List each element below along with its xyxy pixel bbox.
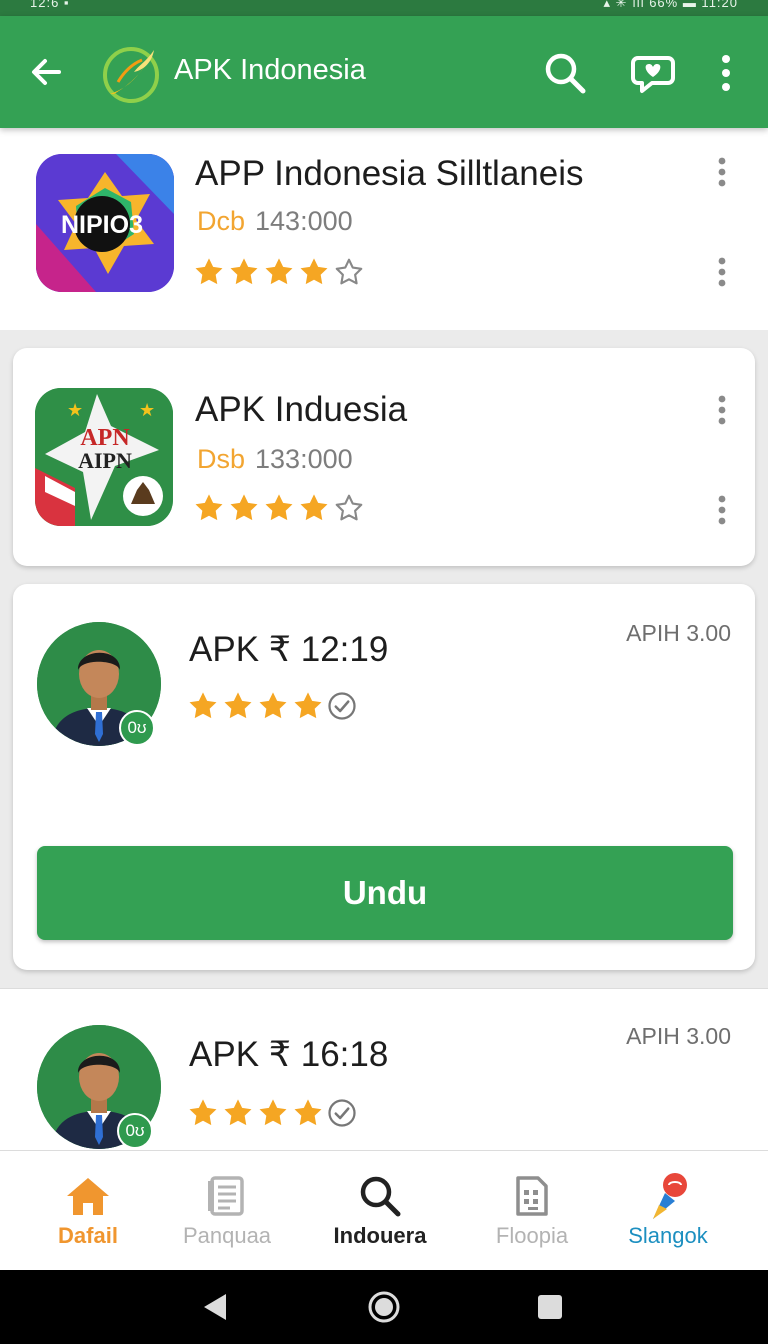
download-count: 133:000	[255, 444, 353, 474]
star-filled-icon	[189, 1099, 217, 1126]
more-vertical-icon	[718, 495, 726, 525]
location-pin-icon	[644, 1173, 692, 1219]
download-button[interactable]: Undu	[37, 846, 733, 940]
rating-stars	[187, 1097, 357, 1129]
app-icon: NIPIO3	[36, 154, 174, 292]
system-navigation-bar	[0, 1270, 768, 1344]
avatar-badge: 0ʊ	[119, 710, 155, 746]
nav-label: Indouera	[333, 1223, 427, 1248]
app-list-item[interactable]: APN AIPN ★ ★ APK Induesia Dsb 133:000	[13, 348, 755, 566]
svg-text:AIPN: AIPN	[78, 448, 132, 473]
verified-check-icon	[328, 1099, 356, 1127]
app-list-item[interactable]: 0ʊ APK ₹ 16:18 APIH 3.00	[0, 988, 768, 1150]
more-vertical-icon	[718, 395, 726, 425]
star-filled-icon	[195, 258, 223, 285]
rating-stars	[193, 492, 365, 524]
star-filled-icon	[294, 692, 322, 719]
app-subtitle: Dsb 133:000	[197, 444, 353, 475]
bottom-navigation: Dafail Panquaa Indouera Floopia Slangok	[0, 1150, 768, 1270]
avatar-badge: 0ʊ	[117, 1113, 153, 1149]
star-filled-icon	[265, 494, 293, 521]
star-filled-icon	[189, 692, 217, 719]
verified-check-icon	[328, 692, 356, 720]
search-icon	[356, 1173, 404, 1219]
star-filled-icon	[195, 494, 223, 521]
nav-item-indouera[interactable]: Indouera	[310, 1151, 450, 1271]
document-icon	[203, 1173, 251, 1219]
nav-label: Slangok	[628, 1223, 708, 1248]
app-sub-label: Dsb	[197, 444, 246, 474]
nav-item-slangok[interactable]: Slangok	[598, 1151, 738, 1271]
app-title: APK Indonesia	[174, 54, 366, 86]
version-label: APIH 3.00	[626, 620, 731, 646]
more-vertical-icon	[722, 55, 730, 91]
item-menu-button[interactable]	[710, 252, 734, 292]
star-filled-icon	[300, 494, 328, 521]
star-filled-icon	[259, 692, 287, 719]
rating-stars	[193, 256, 365, 288]
app-name: APP Indonesia Silltlaneis	[195, 154, 584, 193]
square-recents-icon	[538, 1295, 562, 1319]
star-filled-icon	[224, 1099, 252, 1126]
search-button[interactable]	[542, 50, 588, 96]
star-filled-icon	[265, 258, 293, 285]
chat-button[interactable]	[630, 50, 676, 96]
star-outline-icon	[335, 494, 363, 521]
circle-home-icon	[368, 1291, 400, 1323]
app-name: APK Induesia	[195, 390, 408, 429]
app-sub-label: Dcb	[197, 206, 246, 236]
svg-text:★: ★	[67, 400, 83, 420]
nav-item-floopia[interactable]: Floopia	[462, 1151, 602, 1271]
item-menu-button[interactable]	[710, 390, 734, 430]
triangle-back-icon	[204, 1294, 226, 1320]
nav-item-panquaa[interactable]: Panquaa	[157, 1151, 297, 1271]
star-filled-icon	[230, 258, 258, 285]
chat-heart-icon	[631, 56, 675, 93]
app-icon: APN AIPN ★ ★	[35, 388, 173, 526]
app-icon-text: NIPIO3	[61, 211, 143, 239]
svg-text:★: ★	[139, 400, 155, 420]
star-filled-icon	[300, 258, 328, 285]
system-home-button[interactable]	[365, 1288, 403, 1326]
arrow-left-icon	[32, 59, 61, 85]
app-list-item[interactable]: 0ʊ APK ₹ 12:19 APIH 3.00 Undu	[13, 584, 755, 970]
star-filled-icon	[259, 1099, 287, 1126]
nav-label: Dafail	[58, 1223, 118, 1248]
leaf-swirl-logo-icon	[100, 42, 162, 104]
more-vertical-icon	[718, 257, 726, 287]
status-bar: 12:6 ▪ ▴ ✳ ıll 66% ▬ 11:20	[0, 0, 768, 16]
more-vertical-icon	[718, 157, 726, 187]
more-options-button[interactable]	[708, 50, 744, 96]
nav-label: Panquaa	[182, 1223, 272, 1248]
download-count: 143:000	[255, 206, 353, 236]
star-filled-icon	[294, 1099, 322, 1126]
version-label: APIH 3.00	[626, 1023, 731, 1049]
app-list-item[interactable]: NIPIO3 APP Indonesia Silltlaneis Dcb 143:…	[0, 128, 768, 330]
app-bar: APK Indonesia	[0, 16, 768, 128]
app-name: APK ₹ 12:19	[189, 630, 389, 669]
home-icon	[64, 1173, 112, 1219]
search-icon	[545, 53, 586, 94]
file-grid-icon	[508, 1173, 556, 1219]
rating-stars	[187, 690, 357, 722]
system-back-button[interactable]	[196, 1288, 234, 1326]
system-recents-button[interactable]	[531, 1288, 569, 1326]
nav-label: Floopia	[495, 1223, 569, 1248]
back-button[interactable]	[26, 52, 66, 92]
nav-item-dafail[interactable]: Dafail	[18, 1151, 158, 1271]
app-subtitle: Dcb 143:000	[197, 206, 353, 237]
app-name: APK ₹ 16:18	[189, 1035, 389, 1074]
item-menu-button[interactable]	[710, 490, 734, 530]
star-filled-icon	[230, 494, 258, 521]
status-left-text: 12:6 ▪	[30, 0, 70, 10]
item-menu-button[interactable]	[710, 152, 734, 192]
status-right-text: ▴ ✳ ıll 66% ▬ 11:20	[603, 0, 738, 10]
star-outline-icon	[335, 258, 363, 285]
star-filled-icon	[224, 692, 252, 719]
